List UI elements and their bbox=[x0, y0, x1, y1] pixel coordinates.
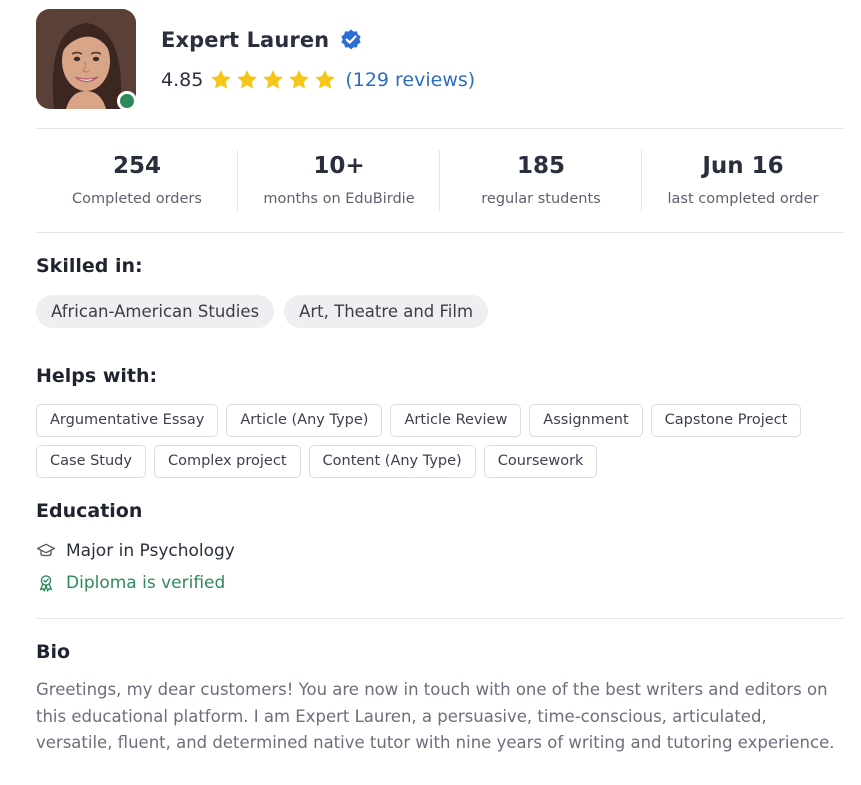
verified-badge-icon bbox=[341, 29, 361, 50]
stat-value: 185 bbox=[516, 153, 565, 179]
stat-label: regular students bbox=[481, 191, 601, 207]
profile-header: Expert Lauren 4.85 (129 reviews) bbox=[36, 9, 836, 111]
stat-last-order: Jun 16 last completed order bbox=[642, 128, 844, 232]
stat-value: 254 bbox=[112, 153, 161, 179]
stats-bar: 254 Completed orders 10+ months on EduBi… bbox=[36, 128, 844, 232]
skill-pills: African-American Studies Art, Theatre an… bbox=[36, 295, 489, 328]
helps-tag[interactable]: Complex project bbox=[153, 445, 301, 478]
education-diploma: Diploma is verified bbox=[36, 573, 225, 593]
stat-label: Completed orders bbox=[72, 191, 202, 207]
rating-stars bbox=[209, 68, 337, 92]
helps-tag[interactable]: Case Study bbox=[36, 445, 146, 478]
helps-tag[interactable]: Assignment bbox=[529, 404, 643, 437]
online-status-dot bbox=[117, 91, 137, 111]
rating-row: 4.85 (129 reviews) bbox=[161, 67, 475, 93]
award-icon bbox=[39, 575, 53, 592]
skill-pill[interactable]: African-American Studies bbox=[36, 295, 275, 328]
star-icon bbox=[289, 70, 310, 89]
helps-tags-row-1: Argumentative Essay Article (Any Type) A… bbox=[36, 404, 802, 437]
education-major-text: Major in Psychology bbox=[66, 541, 235, 561]
reviews-link[interactable]: (129 reviews) bbox=[345, 69, 475, 91]
divider bbox=[36, 618, 844, 619]
star-icon bbox=[315, 70, 336, 89]
stat-regular-students: 185 regular students bbox=[440, 128, 642, 232]
avatar-container bbox=[36, 9, 137, 111]
diploma-verified-text: Diploma is verified bbox=[66, 573, 226, 593]
education-title: Education bbox=[36, 500, 143, 522]
stat-completed-orders: 254 Completed orders bbox=[36, 128, 238, 232]
helps-with-title: Helps with: bbox=[36, 365, 158, 387]
stat-months: 10+ months on EduBirdie bbox=[238, 128, 440, 232]
helps-tag[interactable]: Capstone Project bbox=[650, 404, 802, 437]
star-icon bbox=[211, 70, 232, 89]
bio-title: Bio bbox=[36, 641, 71, 663]
star-icon bbox=[263, 70, 284, 89]
bio-text: Greetings, my dear customers! You are no… bbox=[36, 680, 835, 752]
divider bbox=[36, 232, 844, 233]
star-icon bbox=[237, 70, 258, 89]
helps-tags-row-2: Case Study Complex project Content (Any … bbox=[36, 445, 598, 478]
helps-tag[interactable]: Article Review bbox=[390, 404, 522, 437]
graduation-cap-icon bbox=[37, 543, 55, 557]
education-major: Major in Psychology bbox=[36, 541, 235, 561]
expert-name: Expert Lauren bbox=[161, 28, 330, 52]
helps-tag[interactable]: Article (Any Type) bbox=[226, 404, 383, 437]
rating-value: 4.85 bbox=[161, 69, 204, 91]
helps-tag[interactable]: Argumentative Essay bbox=[36, 404, 219, 437]
stat-label: months on EduBirdie bbox=[263, 191, 415, 207]
helps-tag[interactable]: Content (Any Type) bbox=[308, 445, 476, 478]
stat-value: Jun 16 bbox=[702, 153, 784, 179]
skilled-in-title: Skilled in: bbox=[36, 255, 143, 277]
name-row: Expert Lauren bbox=[161, 28, 363, 52]
skill-pill[interactable]: Art, Theatre and Film bbox=[284, 295, 489, 328]
stat-label: last completed order bbox=[667, 191, 819, 207]
helps-tag[interactable]: Coursework bbox=[483, 445, 598, 478]
stat-value: 10+ bbox=[313, 153, 365, 179]
